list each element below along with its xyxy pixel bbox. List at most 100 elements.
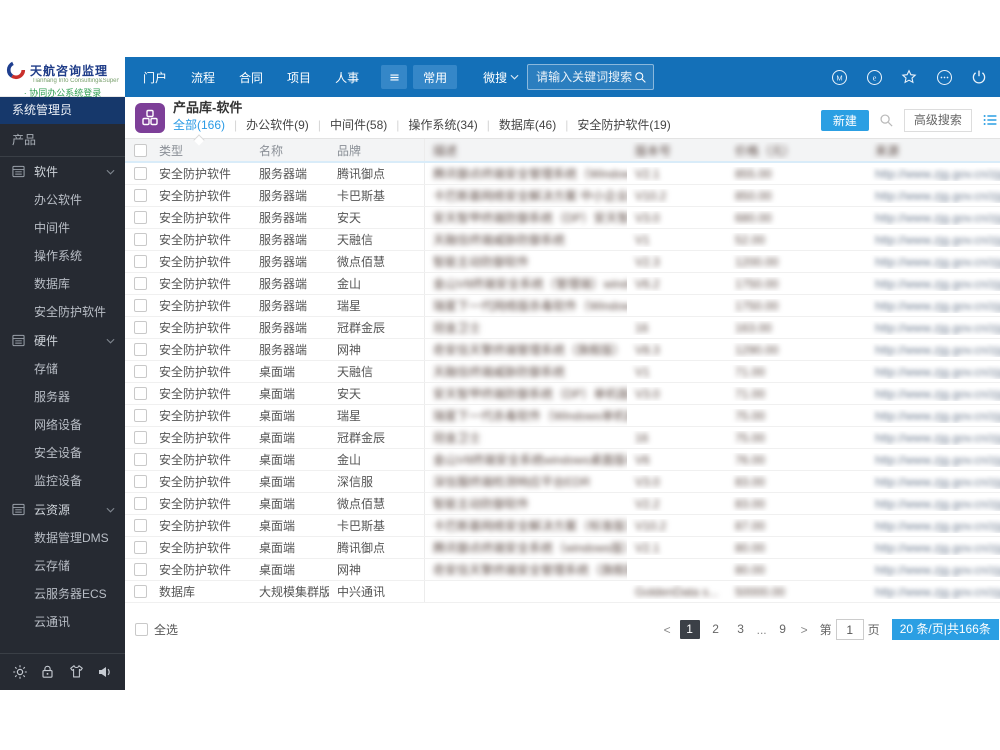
column-header-brand[interactable]: 品牌 — [329, 142, 424, 159]
more-circle-icon[interactable] — [936, 69, 953, 86]
sidebar-item-办公软件[interactable]: 办公软件 — [0, 186, 125, 214]
row-checkbox[interactable] — [134, 211, 147, 224]
row-checkbox[interactable] — [134, 299, 147, 312]
row-checkbox[interactable] — [134, 453, 147, 466]
page-number-3[interactable]: 3 — [732, 620, 750, 639]
column-header-price[interactable]: 价格（元） — [735, 144, 795, 158]
nav-item-项目[interactable]: 项目 — [287, 69, 311, 86]
search-icon[interactable] — [634, 71, 647, 84]
tab-全部(166)[interactable]: 全部(166) — [173, 115, 225, 135]
column-header-source[interactable]: 来源 — [875, 144, 899, 158]
advanced-search-button[interactable]: 高级搜索 — [903, 109, 972, 132]
sidebar-item-监控设备[interactable]: 监控设备 — [0, 467, 125, 495]
sidebar-item-云存储[interactable]: 云存储 — [0, 552, 125, 580]
sidebar-item-安全设备[interactable]: 安全设备 — [0, 439, 125, 467]
column-header-description[interactable]: 描述 — [433, 142, 457, 159]
sidebar-group-云资源[interactable]: 云资源 — [0, 495, 125, 524]
sidebar-section-product[interactable]: 产品 — [0, 124, 125, 157]
row-checkbox[interactable] — [134, 343, 147, 356]
table-row[interactable]: 安全防护软件 桌面端 天融信 天融信终端威胁防御系统 V1 71.00 http://www… — [125, 361, 1000, 383]
row-checkbox[interactable] — [134, 277, 147, 290]
column-header-type[interactable]: 类型 — [151, 142, 251, 159]
tab-安全防护软件(19)[interactable]: 安全防护软件(19) — [577, 115, 670, 135]
row-checkbox[interactable] — [134, 497, 147, 510]
prev-page-button[interactable]: < — [662, 623, 673, 637]
column-header-name[interactable]: 名称 — [251, 142, 329, 159]
table-row[interactable]: 数据库 大规模集群版 中兴通讯 GoldenData s... 50000.00 http… — [125, 581, 1000, 603]
power-icon[interactable] — [971, 69, 988, 86]
nav-item-active[interactable]: 常用 — [413, 65, 458, 89]
table-row[interactable]: 安全防护软件 服务器端 卡巴斯基 卡巴斯基网络安全解决方案 中小企业版KES 标准..… — [125, 185, 1000, 207]
row-checkbox[interactable] — [134, 321, 147, 334]
table-row[interactable]: 安全防护软件 服务器端 微点佰慧 智能主动防御软件 V2.3 1200.00 http://… — [125, 251, 1000, 273]
sidebar-item-服务器[interactable]: 服务器 — [0, 383, 125, 411]
row-checkbox[interactable] — [134, 409, 147, 422]
table-row[interactable]: 安全防护软件 服务器端 冠群金辰 冠金卫士 16 163.00 http://www.zjg… — [125, 317, 1000, 339]
settings-icon[interactable] — [12, 664, 28, 680]
table-row[interactable]: 安全防护软件 桌面端 金山 金山V8终端安全系统windows桌面版本 V6 76.00 h… — [125, 449, 1000, 471]
sidebar-item-网络设备[interactable]: 网络设备 — [0, 411, 125, 439]
page-jump-input[interactable] — [835, 619, 864, 640]
row-checkbox[interactable] — [134, 563, 147, 576]
row-checkbox[interactable] — [134, 431, 147, 444]
nav-item-合同[interactable]: 合同 — [239, 69, 263, 86]
sidebar-item-数据管理DMS[interactable]: 数据管理DMS — [0, 524, 125, 552]
nav-menu-button[interactable] — [381, 65, 408, 89]
list-view-icon[interactable] — [982, 112, 999, 129]
row-checkbox[interactable] — [134, 519, 147, 532]
table-search-icon[interactable] — [879, 113, 894, 128]
page-number-9[interactable]: 9 — [774, 620, 792, 639]
theme-icon[interactable] — [69, 664, 85, 680]
select-all-checkbox[interactable] — [135, 623, 148, 636]
volume-icon[interactable] — [97, 664, 113, 680]
tab-中间件(58)[interactable]: 中间件(58) — [330, 115, 387, 135]
table-row[interactable]: 安全防护软件 服务器端 安天 安天智甲终端防御系统（DP）安天智甲防御 V3.0 680.… — [125, 207, 1000, 229]
nav-item-门户[interactable]: 门户 — [143, 69, 167, 86]
m-circle-icon[interactable]: M — [831, 69, 848, 86]
table-row[interactable]: 安全防护软件 服务器端 金山 金山V8终端安全系统（管理端）windows应用系统 V6… — [125, 273, 1000, 295]
sidebar-item-操作系统[interactable]: 操作系统 — [0, 242, 125, 270]
nav-item-人事[interactable]: 人事 — [335, 69, 359, 86]
sidebar-role[interactable]: 系统管理员 — [0, 97, 125, 124]
row-checkbox[interactable] — [134, 189, 147, 202]
page-size-summary[interactable]: 20 条/页|共166条 — [891, 619, 999, 640]
column-header-version[interactable]: 版本号 — [635, 144, 671, 158]
row-checkbox[interactable] — [134, 233, 147, 246]
table-row[interactable]: 安全防护软件 服务器端 天融信 天融信终端威胁防御系统 V1 52.00 http://ww… — [125, 229, 1000, 251]
select-all-header-checkbox[interactable] — [134, 143, 147, 157]
sidebar-item-中间件[interactable]: 中间件 — [0, 214, 125, 242]
table-row[interactable]: 安全防护软件 服务器端 网神 奇安信天擎终端管理系统（旗舰版） V8.3 1290.00 h… — [125, 339, 1000, 361]
table-row[interactable]: 安全防护软件 服务器端 瑞星 瑞星下一代网络版杀毒软件（Windows版）应用系统 17… — [125, 295, 1000, 317]
table-row[interactable]: 安全防护软件 桌面端 安天 安天智甲终端防御系统（DP）单机版防御 V3.0 71.00 h… — [125, 383, 1000, 405]
table-row[interactable]: 安全防护软件 桌面端 深信服 深信服终端检测响应平台EDR V3.0 83.00 http:… — [125, 471, 1000, 493]
star-icon[interactable] — [901, 69, 918, 86]
page-number-2[interactable]: 2 — [707, 620, 725, 639]
page-number-1[interactable]: 1 — [679, 620, 700, 639]
table-row[interactable]: 安全防护软件 桌面端 瑞星 瑞星下一代杀毒软件（Windows单机版） 75.00 htt… — [125, 405, 1000, 427]
tab-办公软件(9)[interactable]: 办公软件(9) — [246, 115, 309, 135]
select-all-control[interactable]: 全选 — [135, 621, 178, 638]
table-row[interactable]: 安全防护软件 桌面端 微点佰慧 智能主动防御软件 V2.2 83.00 http://www… — [125, 493, 1000, 515]
sidebar-item-安全防护软件[interactable]: 安全防护软件 — [0, 298, 125, 326]
table-row[interactable]: 安全防护软件 桌面端 冠群金辰 冠金卫士 16 75.00 http://www.zjg.g… — [125, 427, 1000, 449]
sidebar-item-存储[interactable]: 存储 — [0, 355, 125, 383]
row-checkbox[interactable] — [134, 167, 147, 180]
next-page-button[interactable]: > — [799, 623, 810, 637]
table-row[interactable]: 安全防护软件 服务器端 腾讯御点 腾讯御点终端安全管理系统（Windows版） V2.1… — [125, 163, 1000, 185]
row-checkbox[interactable] — [134, 475, 147, 488]
sidebar-group-软件[interactable]: 软件 — [0, 157, 125, 186]
table-row[interactable]: 安全防护软件 桌面端 网神 奇安信天擎终端安全管理系统（旗舰版） 80.00 http:/… — [125, 559, 1000, 581]
global-search-input[interactable] — [534, 69, 635, 85]
row-checkbox[interactable] — [134, 541, 147, 554]
row-checkbox[interactable] — [134, 585, 147, 598]
message-circle-icon[interactable]: e — [866, 69, 883, 86]
row-checkbox[interactable] — [134, 365, 147, 378]
sidebar-item-云通讯[interactable]: 云通讯 — [0, 608, 125, 636]
lock-icon[interactable] — [40, 664, 56, 680]
row-checkbox[interactable] — [134, 387, 147, 400]
row-checkbox[interactable] — [134, 255, 147, 268]
sidebar-group-硬件[interactable]: 硬件 — [0, 326, 125, 355]
tab-操作系统(34)[interactable]: 操作系统(34) — [408, 115, 477, 135]
tab-数据库(46)[interactable]: 数据库(46) — [499, 115, 556, 135]
search-scope-dropdown[interactable]: 微搜 — [483, 69, 519, 86]
